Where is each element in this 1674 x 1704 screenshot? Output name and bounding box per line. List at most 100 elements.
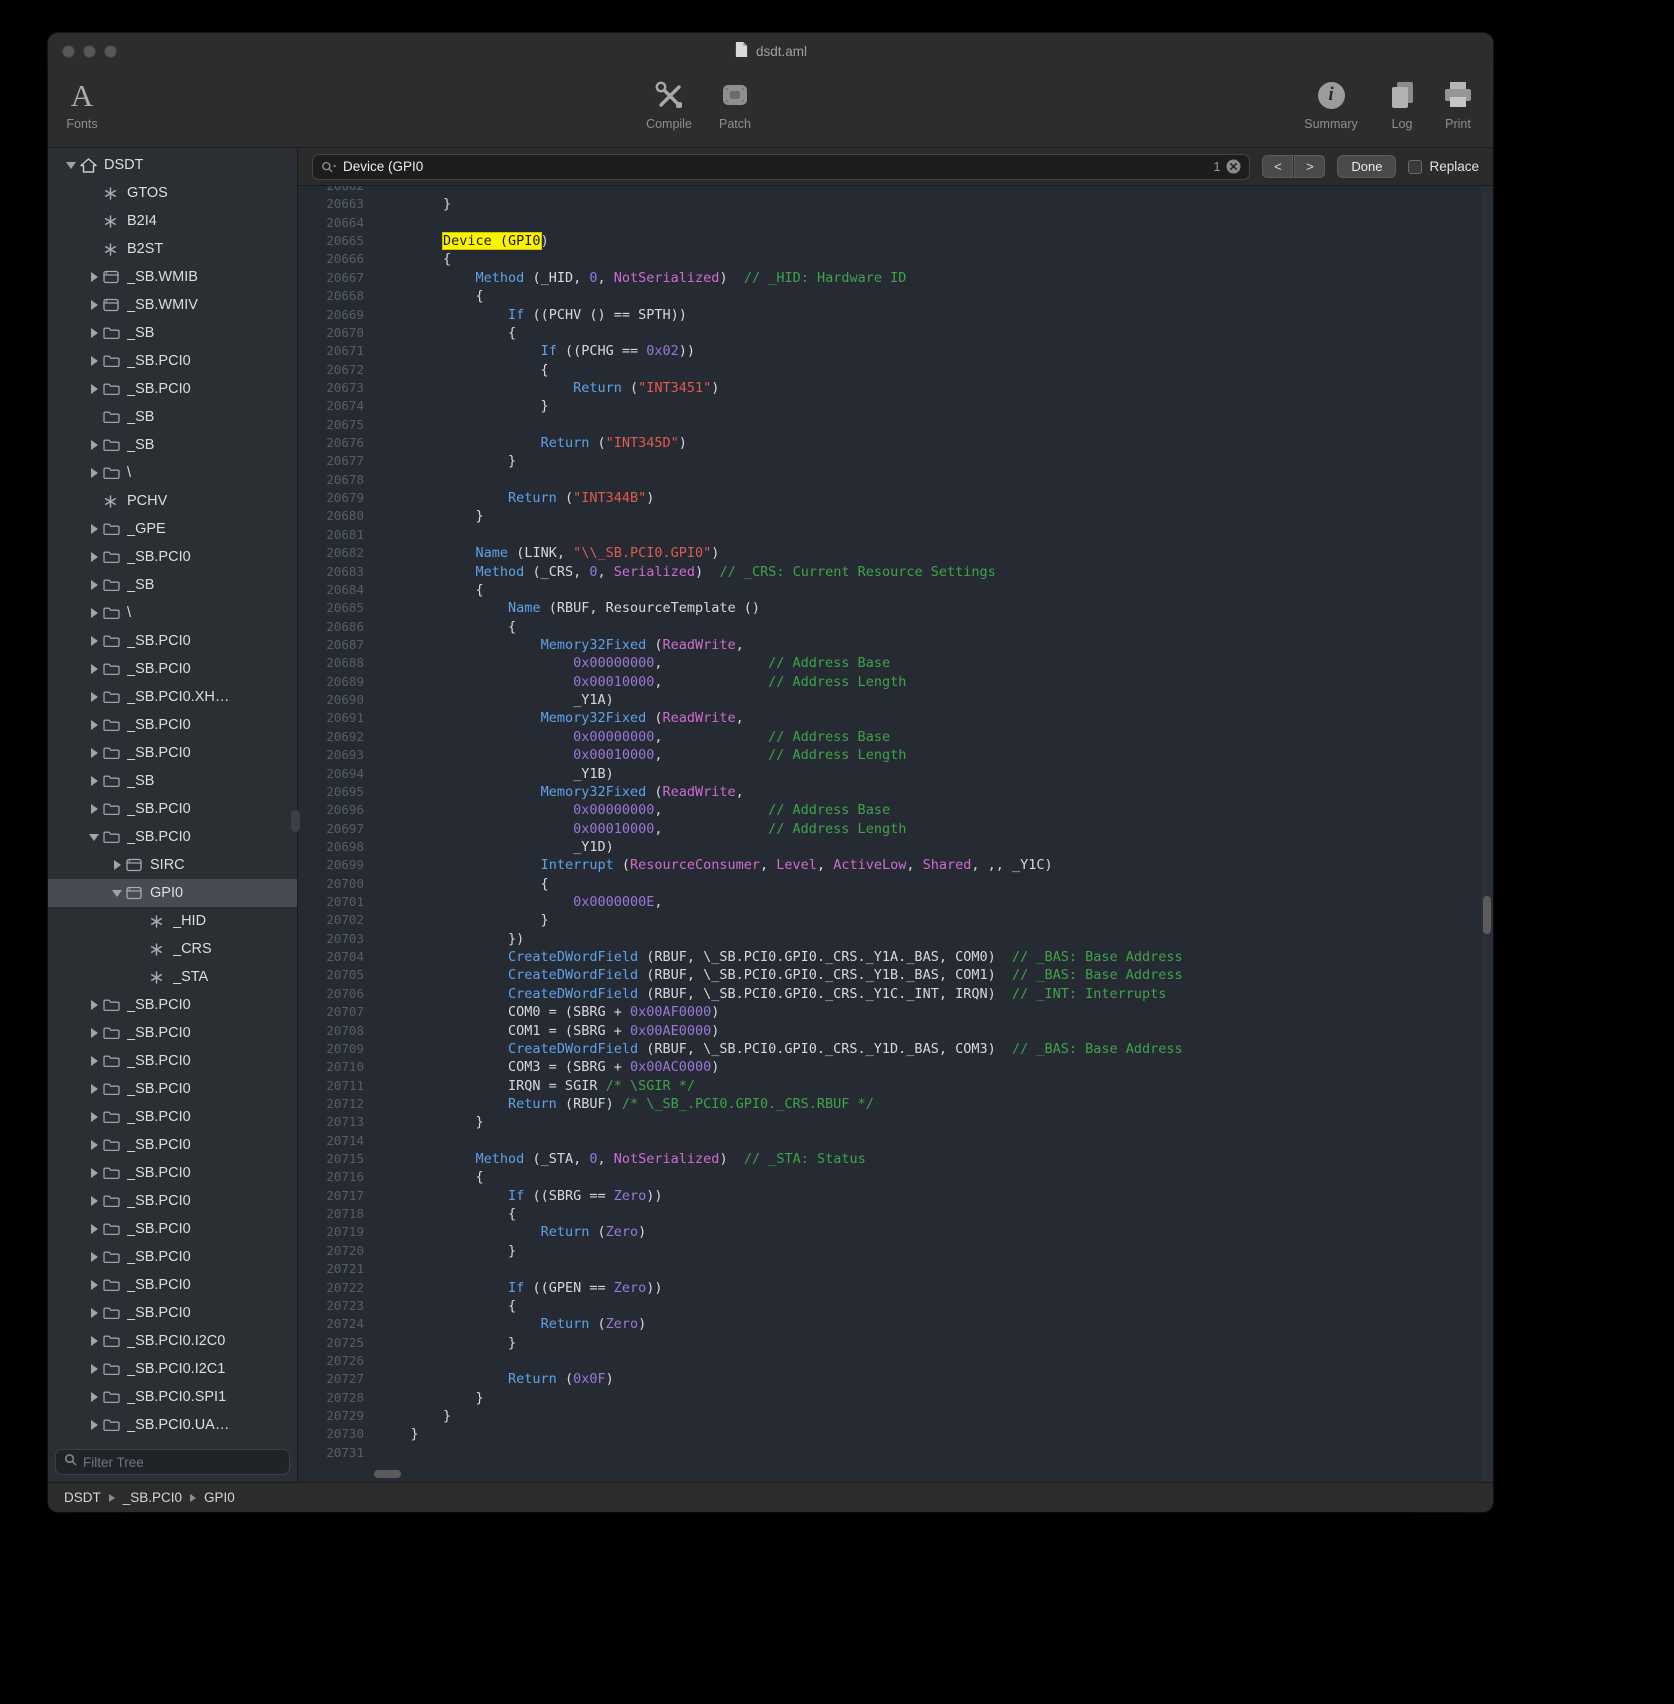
- sidebar-item[interactable]: _SB.WMIV: [48, 291, 297, 319]
- disclosure-triangle-icon[interactable]: [85, 834, 103, 841]
- sidebar-item[interactable]: _SB.PCI0: [48, 347, 297, 375]
- sidebar-item[interactable]: _HID: [48, 907, 297, 935]
- disclosure-triangle-icon[interactable]: [108, 890, 126, 897]
- sidebar-item[interactable]: _SB: [48, 431, 297, 459]
- disclosure-triangle-icon[interactable]: [85, 328, 103, 338]
- disclosure-triangle-icon[interactable]: [85, 552, 103, 562]
- disclosure-triangle-icon[interactable]: [85, 1336, 103, 1346]
- code-editor[interactable]: 2066220663 }2066420665 Device (GPI0)2066…: [298, 186, 1493, 1482]
- breadcrumb-item[interactable]: GPI0: [204, 1490, 235, 1505]
- disclosure-triangle-icon[interactable]: [85, 384, 103, 394]
- disclosure-triangle-icon[interactable]: [85, 1084, 103, 1094]
- disclosure-triangle-icon[interactable]: [85, 720, 103, 730]
- sidebar-item[interactable]: _SB.PCI0: [48, 1215, 297, 1243]
- disclosure-triangle-icon[interactable]: [85, 664, 103, 674]
- sidebar-item[interactable]: _SB.PCI0.UA…: [48, 1411, 297, 1439]
- sidebar-item[interactable]: _SB.PCI0: [48, 1047, 297, 1075]
- summary-button[interactable]: i Summary: [1292, 75, 1370, 131]
- sidebar-item[interactable]: _SB.PCI0.I2C0: [48, 1327, 297, 1355]
- disclosure-triangle-icon[interactable]: [62, 162, 80, 169]
- sidebar-item[interactable]: _SB: [48, 767, 297, 795]
- sidebar-item[interactable]: _SB.PCI0: [48, 1131, 297, 1159]
- disclosure-triangle-icon[interactable]: [85, 300, 103, 310]
- breadcrumb-item[interactable]: DSDT: [64, 1490, 101, 1505]
- sidebar-item[interactable]: _GPE: [48, 515, 297, 543]
- find-previous-button[interactable]: <: [1262, 155, 1293, 178]
- sidebar-item[interactable]: _SB.PCI0: [48, 1075, 297, 1103]
- disclosure-triangle-icon[interactable]: [85, 776, 103, 786]
- sidebar-item[interactable]: _SB.WMIB: [48, 263, 297, 291]
- disclosure-triangle-icon[interactable]: [85, 1112, 103, 1122]
- vertical-scrollbar[interactable]: [1483, 896, 1491, 934]
- disclosure-triangle-icon[interactable]: [85, 1140, 103, 1150]
- sidebar-item[interactable]: _SB.PCI0: [48, 655, 297, 683]
- find-next-button[interactable]: >: [1294, 155, 1325, 178]
- sidebar-item[interactable]: _SB.PCI0.I2C1: [48, 1355, 297, 1383]
- zoom-button[interactable]: [104, 45, 117, 58]
- disclosure-triangle-icon[interactable]: [85, 1392, 103, 1402]
- patch-button[interactable]: Patch: [705, 75, 765, 131]
- sidebar-item[interactable]: _SB.PCI0: [48, 627, 297, 655]
- sidebar-item[interactable]: _SB.PCI0: [48, 543, 297, 571]
- sidebar-item[interactable]: B2I4: [48, 207, 297, 235]
- sidebar-item[interactable]: PCHV: [48, 487, 297, 515]
- sidebar-item[interactable]: _SB.PCI0.XH…: [48, 683, 297, 711]
- sidebar-item[interactable]: _SB.PCI0: [48, 1299, 297, 1327]
- fonts-button[interactable]: A Fonts: [54, 75, 110, 131]
- sidebar-item[interactable]: _SB.PCI0: [48, 991, 297, 1019]
- disclosure-triangle-icon[interactable]: [85, 272, 103, 282]
- filter-tree-input[interactable]: Filter Tree: [55, 1449, 290, 1475]
- disclosure-triangle-icon[interactable]: [85, 608, 103, 618]
- disclosure-triangle-icon[interactable]: [85, 580, 103, 590]
- splitter-handle[interactable]: [291, 810, 300, 832]
- disclosure-triangle-icon[interactable]: [85, 1280, 103, 1290]
- disclosure-triangle-icon[interactable]: [85, 1364, 103, 1374]
- sidebar-item[interactable]: DSDT: [48, 151, 297, 179]
- disclosure-triangle-icon[interactable]: [85, 1000, 103, 1010]
- sidebar-item[interactable]: _SB.PCI0: [48, 1103, 297, 1131]
- compile-button[interactable]: Compile: [634, 75, 704, 131]
- sidebar-item[interactable]: \: [48, 459, 297, 487]
- disclosure-triangle-icon[interactable]: [85, 468, 103, 478]
- sidebar-item[interactable]: _SB.PCI0: [48, 795, 297, 823]
- sidebar-item[interactable]: _SB.PCI0: [48, 375, 297, 403]
- disclosure-triangle-icon[interactable]: [85, 1252, 103, 1262]
- disclosure-triangle-icon[interactable]: [85, 1224, 103, 1234]
- disclosure-triangle-icon[interactable]: [85, 748, 103, 758]
- disclosure-triangle-icon[interactable]: [85, 804, 103, 814]
- sidebar-item[interactable]: \: [48, 599, 297, 627]
- sidebar-item[interactable]: _SB.PCI0: [48, 1187, 297, 1215]
- replace-checkbox[interactable]: [1408, 160, 1422, 174]
- sidebar-item[interactable]: _SB: [48, 319, 297, 347]
- sidebar-item[interactable]: _SB.PCI0: [48, 823, 297, 851]
- disclosure-triangle-icon[interactable]: [85, 1420, 103, 1430]
- minimize-button[interactable]: [83, 45, 96, 58]
- done-button[interactable]: Done: [1337, 155, 1396, 178]
- sidebar-item[interactable]: _CRS: [48, 935, 297, 963]
- disclosure-triangle-icon[interactable]: [108, 860, 126, 870]
- sidebar-item[interactable]: GTOS: [48, 179, 297, 207]
- sidebar-item[interactable]: SIRC: [48, 851, 297, 879]
- sidebar-item[interactable]: _SB: [48, 571, 297, 599]
- clear-search-icon[interactable]: [1226, 159, 1241, 174]
- disclosure-triangle-icon[interactable]: [85, 1056, 103, 1066]
- log-button[interactable]: Log: [1378, 75, 1426, 131]
- search-input[interactable]: Device (GPI0 1: [312, 154, 1250, 180]
- horizontal-scrollbar[interactable]: [374, 1470, 401, 1478]
- disclosure-triangle-icon[interactable]: [85, 1168, 103, 1178]
- breadcrumb-item[interactable]: _SB.PCI0: [123, 1490, 182, 1505]
- sidebar-item[interactable]: _SB.PCI0: [48, 711, 297, 739]
- sidebar-item[interactable]: _SB: [48, 403, 297, 431]
- sidebar-item[interactable]: _STA: [48, 963, 297, 991]
- titlebar[interactable]: dsdt.aml: [48, 33, 1493, 69]
- sidebar-item[interactable]: B2ST: [48, 235, 297, 263]
- print-button[interactable]: Print: [1432, 75, 1484, 131]
- sidebar-item[interactable]: _SB.PCI0: [48, 1271, 297, 1299]
- disclosure-triangle-icon[interactable]: [85, 524, 103, 534]
- sidebar-item[interactable]: _SB.PCI0.SPI1: [48, 1383, 297, 1411]
- sidebar-item[interactable]: _SB.PCI0: [48, 739, 297, 767]
- disclosure-triangle-icon[interactable]: [85, 1196, 103, 1206]
- disclosure-triangle-icon[interactable]: [85, 1308, 103, 1318]
- disclosure-triangle-icon[interactable]: [85, 636, 103, 646]
- disclosure-triangle-icon[interactable]: [85, 692, 103, 702]
